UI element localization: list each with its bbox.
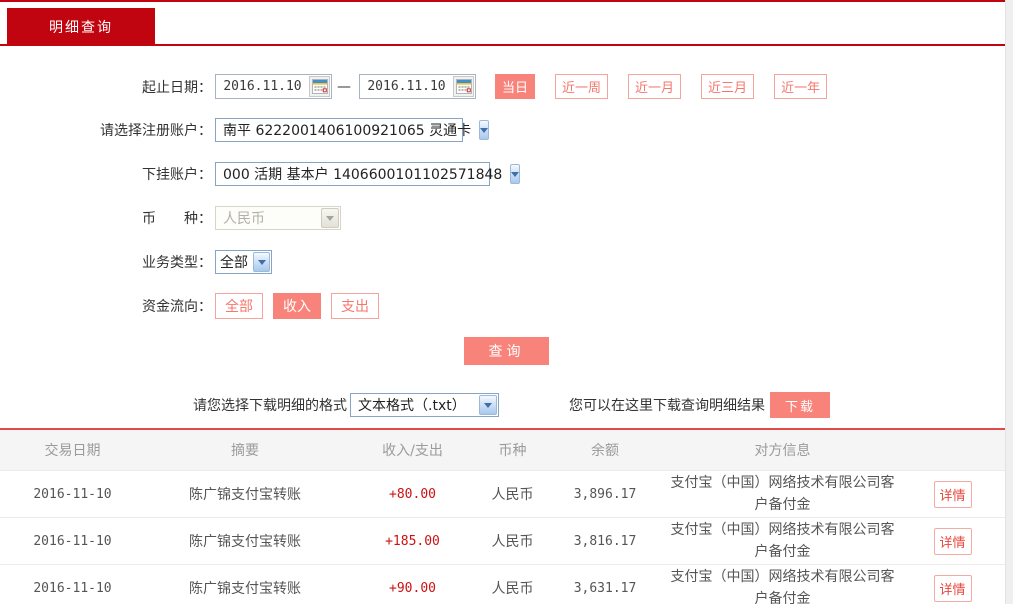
- cell-counterparty: 支付宝（中国）网络技术有限公司客户备付金: [665, 472, 900, 516]
- register-account-select[interactable]: 南平 6222001406100921065 灵通卡: [215, 118, 463, 142]
- download-format-value: 文本格式（.txt）: [351, 395, 478, 415]
- chevron-down-icon[interactable]: [253, 252, 270, 272]
- register-account-label: 请选择注册账户：: [0, 120, 212, 140]
- table-row: 2016-11-10 陈广锦支付宝转账 +90.00 人民币 3,631.17 …: [0, 564, 1005, 604]
- detail-button[interactable]: 详情: [934, 575, 972, 602]
- business-type-row: 业务类型： 全部: [0, 250, 272, 274]
- results-table: 交易日期 摘要 收入/支出 币种 余额 对方信息 2016-11-10 陈广锦支…: [0, 430, 1005, 604]
- cell-currency: 人民币: [480, 484, 545, 504]
- cell-counterparty: 支付宝（中国）网络技术有限公司客户备付金: [665, 519, 900, 563]
- cell-trade-date: 2016-11-10: [0, 581, 145, 596]
- sub-account-value: 000 活期 基本户 1406600101102571848: [216, 164, 509, 184]
- calendar-icon: [312, 79, 328, 94]
- scrollbar-track[interactable]: [1005, 0, 1013, 604]
- detail-query-page: 明细查询 起止日期： 2016.11.10 — 2016: [0, 0, 1013, 604]
- header-balance: 余额: [545, 440, 665, 460]
- business-type-select[interactable]: 全部: [215, 250, 272, 274]
- sub-account-label: 下挂账户：: [0, 164, 212, 184]
- range-button-week[interactable]: 近一周: [555, 74, 608, 99]
- cell-currency: 人民币: [480, 578, 545, 598]
- business-type-value: 全部: [216, 252, 252, 272]
- range-button-today[interactable]: 当日: [495, 74, 535, 99]
- end-date-input[interactable]: 2016.11.10: [359, 74, 476, 99]
- cell-trade-date: 2016-11-10: [0, 487, 145, 502]
- start-date-input[interactable]: 2016.11.10: [215, 74, 332, 99]
- cell-currency: 人民币: [480, 531, 545, 551]
- currency-value: 人民币: [216, 208, 320, 228]
- cell-trade-date: 2016-11-10: [0, 534, 145, 549]
- calendar-icon: [456, 79, 472, 94]
- currency-label: 币 种：: [0, 208, 212, 228]
- table-row: 2016-11-10 陈广锦支付宝转账 +80.00 人民币 3,896.17 …: [0, 470, 1005, 517]
- header-counterparty: 对方信息: [665, 440, 900, 460]
- fund-flow-all-button[interactable]: 全部: [215, 293, 263, 319]
- register-account-value: 南平 6222001406100921065 灵通卡: [216, 120, 478, 140]
- cell-summary: 陈广锦支付宝转账: [145, 531, 345, 551]
- download-button[interactable]: 下载: [770, 392, 830, 418]
- download-format-select[interactable]: 文本格式（.txt）: [350, 393, 499, 417]
- download-format-label: 请您选择下载明细的格式: [193, 395, 347, 415]
- tab-detail-query[interactable]: 明细查询: [7, 8, 155, 45]
- fund-flow-row: 资金流向： 全部 收入 支出: [0, 293, 379, 319]
- download-hint: 您可以在这里下载查询明细结果: [569, 395, 765, 415]
- date-range-separator: —: [337, 79, 351, 95]
- cell-balance: 3,631.17: [545, 581, 665, 596]
- cell-summary: 陈广锦支付宝转账: [145, 578, 345, 598]
- currency-row: 币 种： 人民币: [0, 206, 341, 230]
- tab-underline: [0, 44, 1005, 46]
- cell-amount: +90.00: [345, 581, 480, 596]
- date-range-row: 起止日期： 2016.11.10 — 2016.11.10: [0, 74, 827, 99]
- cell-amount: +185.00: [345, 534, 480, 549]
- header-income-expense: 收入/支出: [345, 440, 480, 460]
- cell-amount: +80.00: [345, 487, 480, 502]
- header-summary: 摘要: [145, 440, 345, 460]
- cell-counterparty: 支付宝（中国）网络技术有限公司客户备付金: [665, 566, 900, 604]
- sub-account-select[interactable]: 000 活期 基本户 1406600101102571848: [215, 162, 490, 186]
- fund-flow-income-button[interactable]: 收入: [273, 293, 321, 319]
- detail-button[interactable]: 详情: [934, 481, 972, 508]
- start-date-calendar-button[interactable]: [309, 76, 330, 97]
- register-account-row: 请选择注册账户： 南平 6222001406100921065 灵通卡: [0, 118, 463, 142]
- table-row: 2016-11-10 陈广锦支付宝转账 +185.00 人民币 3,816.17…: [0, 517, 1005, 564]
- download-row: 请您选择下载明细的格式 文本格式（.txt） 您可以在这里下载查询明细结果 下载: [0, 392, 830, 418]
- sub-account-row: 下挂账户： 000 活期 基本户 1406600101102571848: [0, 162, 490, 186]
- header-trade-date: 交易日期: [0, 440, 145, 460]
- range-button-quarter[interactable]: 近三月: [701, 74, 754, 99]
- start-date-value[interactable]: 2016.11.10: [216, 79, 309, 94]
- chevron-down-icon[interactable]: [479, 395, 497, 415]
- cell-balance: 3,896.17: [545, 487, 665, 502]
- end-date-calendar-button[interactable]: [453, 76, 474, 97]
- cell-summary: 陈广锦支付宝转账: [145, 484, 345, 504]
- fund-flow-label: 资金流向：: [0, 296, 212, 316]
- chevron-down-icon: [321, 208, 339, 228]
- fund-flow-expense-button[interactable]: 支出: [331, 293, 379, 319]
- range-button-month[interactable]: 近一月: [628, 74, 681, 99]
- chevron-down-icon[interactable]: [479, 120, 489, 140]
- header-currency: 币种: [480, 440, 545, 460]
- range-button-year[interactable]: 近一年: [774, 74, 827, 99]
- date-range-label: 起止日期：: [0, 77, 212, 97]
- end-date-value[interactable]: 2016.11.10: [360, 79, 453, 94]
- chevron-down-icon[interactable]: [510, 164, 520, 184]
- cell-balance: 3,816.17: [545, 534, 665, 549]
- query-button[interactable]: 查询: [464, 337, 549, 365]
- table-header-row: 交易日期 摘要 收入/支出 币种 余额 对方信息: [0, 430, 1005, 470]
- currency-select: 人民币: [215, 206, 341, 230]
- top-divider: [0, 0, 1005, 2]
- detail-button[interactable]: 详情: [934, 528, 972, 555]
- business-type-label: 业务类型：: [0, 252, 212, 272]
